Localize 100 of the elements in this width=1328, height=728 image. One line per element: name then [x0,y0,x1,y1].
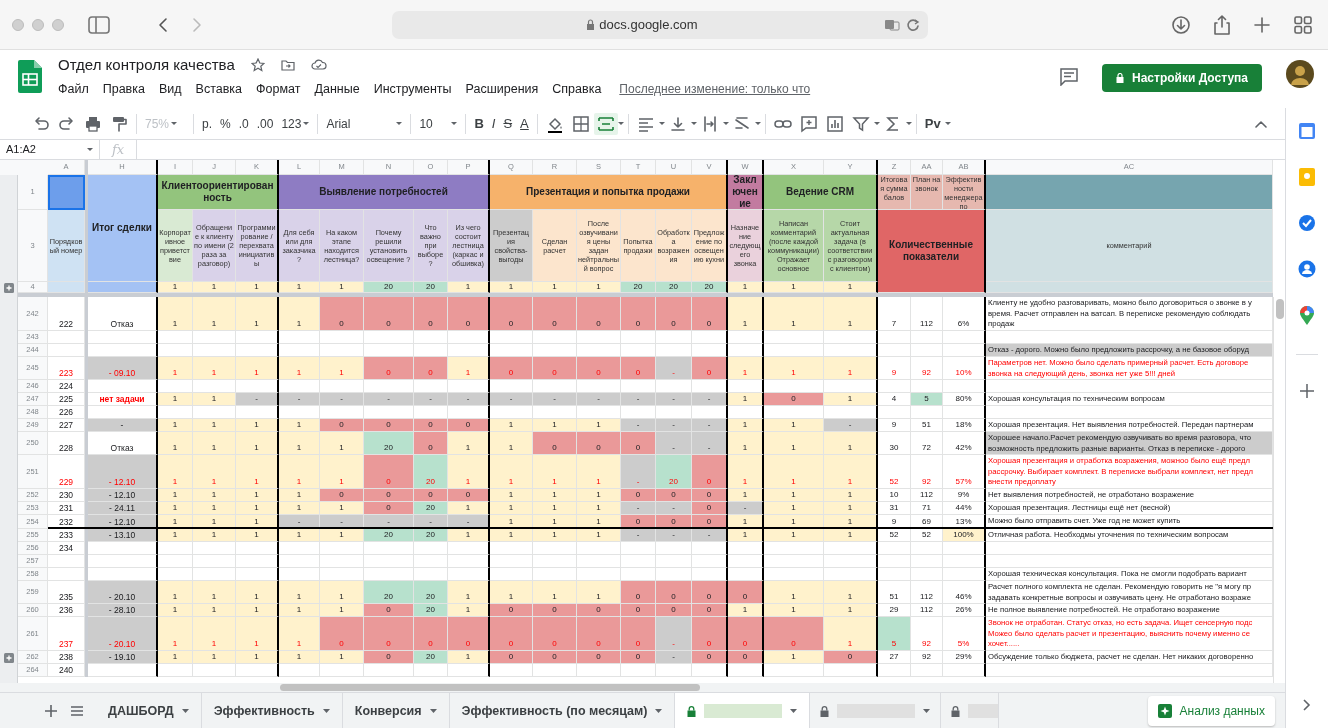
table-cell: 112 [911,604,943,617]
table-cell: 1 [448,581,490,604]
table-cell: 1 [728,432,764,455]
italic-button[interactable]: I [487,111,500,136]
table-cell: 1 [764,357,824,380]
table-cell: 1 [490,455,533,489]
table-cell: 0 [364,604,414,617]
menu-item[interactable]: Справка [552,78,602,101]
menu-item[interactable]: Правка [102,78,145,101]
table-cell: - [656,651,692,664]
table-cell: 1 [448,455,490,489]
table-cell: 1 [193,604,236,617]
table-cell: 0 [577,617,621,651]
table-cell: 46% [943,581,986,604]
menu-item[interactable]: Вид [158,78,182,101]
table-cell: - [490,393,533,406]
text-color-button[interactable]: A [516,111,533,136]
bold-button[interactable]: B [470,111,488,136]
menu-item[interactable]: Данные [314,78,360,101]
table-cell: - [728,502,764,515]
table-cell: 92 [911,455,943,489]
table-cell: 1 [533,419,577,432]
table-cell: 1 [320,432,364,455]
table-cell: - [656,529,692,542]
table-cell: 1 [577,502,621,515]
name-box[interactable]: A1:A2 [0,140,100,159]
font-dropdown[interactable]: Arial [322,112,407,135]
table-cell: 1 [279,502,320,515]
explore-button[interactable]: Анализ данных [1147,696,1275,726]
table-cell: 10% [943,357,986,380]
table-cell: - 12.10 [88,489,158,502]
document-title[interactable]: Отдел контроля качества [58,56,235,74]
currency-button[interactable]: р. [198,112,216,135]
table-cell: 1 [764,529,824,542]
increase-decimals-button[interactable]: .00 [252,112,278,135]
table-cell: 1 [764,455,824,489]
menu-item[interactable]: Формат [256,78,301,101]
menu-item[interactable]: Вставка [195,78,243,101]
menu-item[interactable]: Файл [58,78,89,101]
addon-button[interactable]: Pv [920,111,945,136]
weight-cell: 1 [448,282,490,293]
share-button[interactable]: Настройки Доступа [1102,64,1262,92]
table-cell: - 09.10 [88,357,158,380]
menu-item[interactable]: Расширения [465,78,539,101]
table-cell: 222 [48,297,85,331]
table-cell: 92 [911,617,943,651]
table-cell: 1 [490,419,533,432]
sheet-tab[interactable]: Эффективность [201,693,343,728]
table-cell: 0 [621,581,656,604]
table-cell: 1 [824,502,878,515]
percent-button[interactable]: % [216,112,235,135]
table-cell: 230 [48,489,85,502]
table-cell: 20 [414,604,448,617]
summary-header: Количественные показатели [878,210,986,293]
table-cell: 1 [728,489,764,502]
table-cell: 1 [193,393,236,406]
table-cell: 92 [911,357,943,380]
group-header: Клиентоориентированность [158,175,279,210]
decrease-decimals-button[interactable]: .0 [234,112,253,135]
table-cell: 0 [577,432,621,455]
url-text: docs.google.com [599,15,698,34]
number-format-dropdown[interactable]: 123 [277,112,314,135]
table-cell: 26% [943,604,986,617]
table-cell: 7 [878,297,911,331]
table-cell: 0 [364,651,414,664]
table-cell: - [88,419,158,432]
sheet-tab[interactable]: Конверсия [342,693,450,728]
table-cell: 57% [943,455,986,489]
address-bar[interactable]: docs.google.com [392,10,928,39]
table-cell: 1 [158,502,193,515]
menu-item[interactable]: Инструменты [373,78,452,101]
table-cell: 0 [692,455,728,489]
table-cell: 1 [764,297,824,331]
font-size-dropdown[interactable]: 10 [415,112,462,135]
table-cell: 72 [911,432,943,455]
table-cell: 1 [279,455,320,489]
weight-cell: 20 [364,282,414,293]
last-edit-link[interactable]: Последнее изменение: только что [619,80,811,99]
strikethrough-button[interactable]: S [499,111,517,136]
table-cell: 52 [878,455,911,489]
name-box-text: A1:A2 [6,142,36,158]
table-cell: 0 [577,651,621,664]
table-cell: - [656,617,692,651]
table-cell: 0 [490,357,533,380]
table-cell: 223 [48,357,85,380]
table-cell: 20 [364,529,414,542]
table-cell: 0 [364,455,414,489]
weight-cell: 1 [193,282,236,293]
table-cell: 0 [490,604,533,617]
table-cell: 0 [824,651,878,664]
table-cell: 1 [577,489,621,502]
table-cell: 1 [728,297,764,331]
table-cell: 0 [621,617,656,651]
table-cell: 1 [490,529,533,542]
sheet-tab[interactable]: ДАШБОРД [96,693,202,728]
table-cell: 1 [193,297,236,331]
table-cell: 0 [448,297,490,331]
table-cell: - [577,393,621,406]
table-cell: 1 [533,529,577,542]
table-cell: 20 [364,581,414,604]
